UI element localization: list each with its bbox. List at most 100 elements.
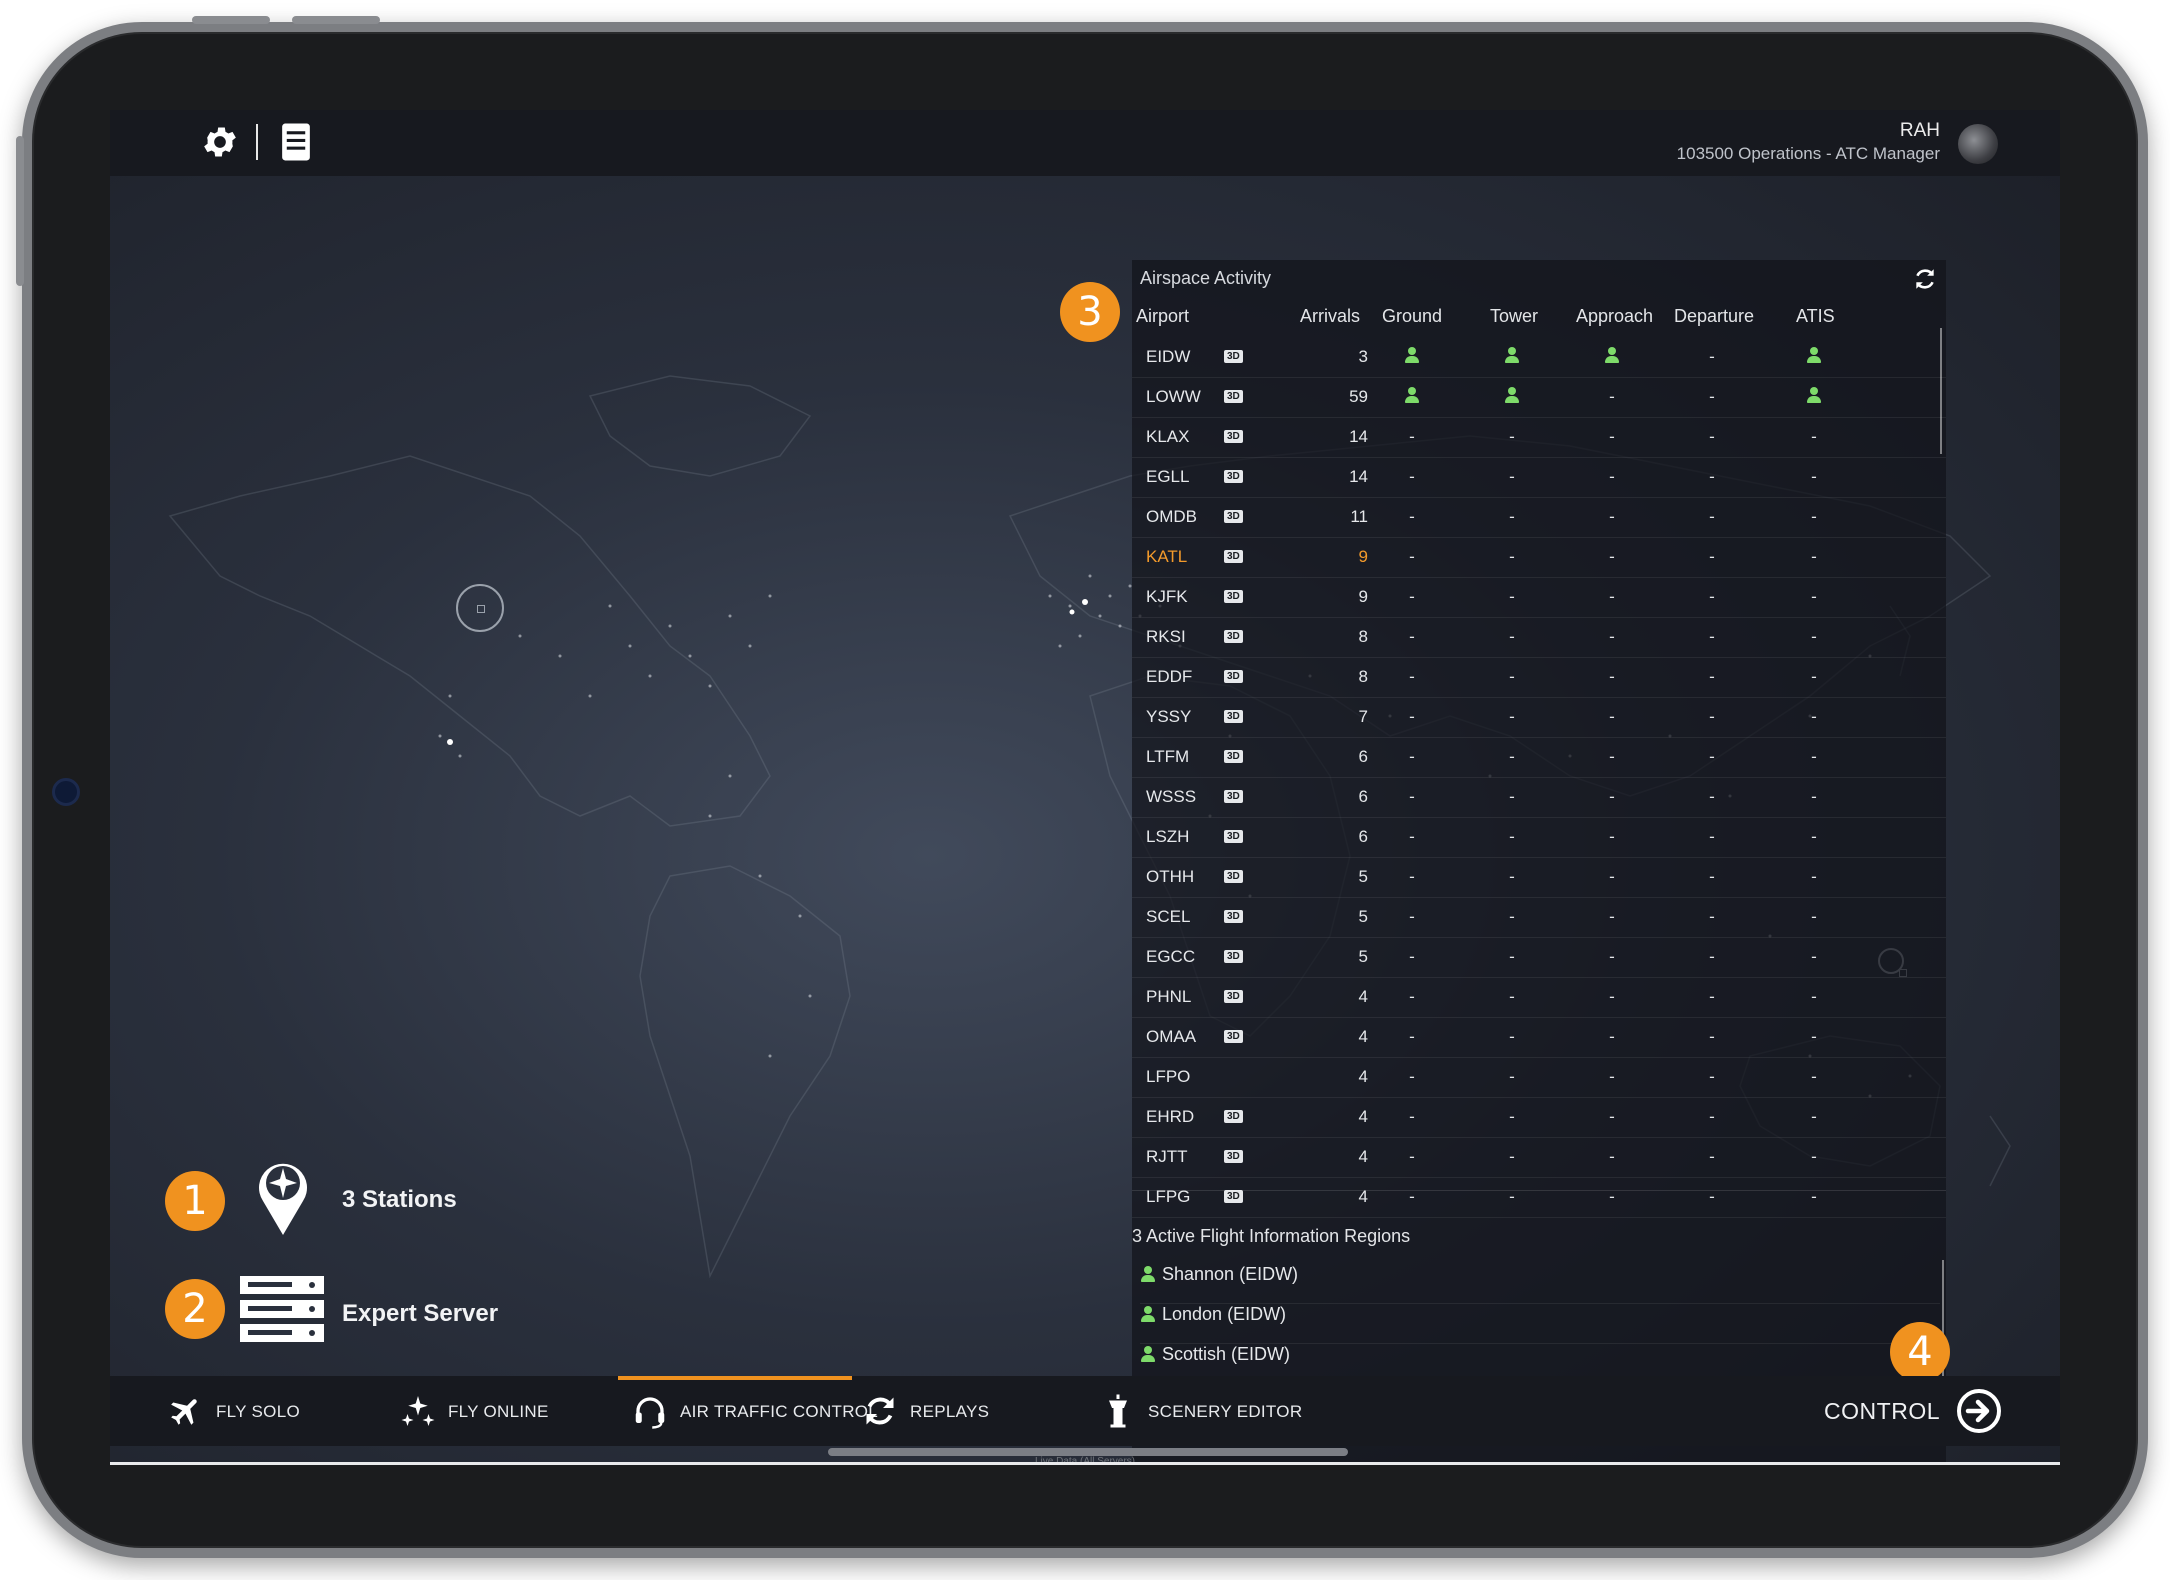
atis-status: -: [1811, 787, 1817, 806]
column-approach[interactable]: Approach: [1576, 306, 1653, 327]
refresh-icon: [866, 1397, 894, 1425]
table-row[interactable]: EHRD 3D 4 - - - - -: [1132, 1098, 1946, 1138]
tower-status: -: [1509, 787, 1515, 806]
approach-status: -: [1609, 467, 1615, 486]
ground-status: -: [1409, 987, 1415, 1006]
tower-status: -: [1509, 987, 1515, 1006]
table-row[interactable]: EIDW 3D 3 -: [1132, 338, 1946, 378]
fir-item-label: London (EIDW): [1162, 1304, 1287, 1324]
nav-fly-online[interactable]: FLY ONLINE: [400, 1376, 570, 1446]
3d-badge[interactable]: 3D: [1224, 670, 1243, 683]
3d-badge[interactable]: 3D: [1224, 950, 1243, 963]
3d-badge[interactable]: 3D: [1224, 550, 1243, 563]
approach-status: -: [1609, 1107, 1615, 1126]
nav-air-traffic-control[interactable]: AIR TRAFFIC CONTROL: [632, 1376, 878, 1446]
table-row[interactable]: RJTT 3D 4 - - - - -: [1132, 1138, 1946, 1178]
table-row[interactable]: EDDF 3D 8 - - - - -: [1132, 658, 1946, 698]
ground-status: -: [1409, 1147, 1415, 1166]
arrivals-count: 8: [1358, 667, 1368, 686]
arrivals-count: 9: [1358, 587, 1368, 606]
home-indicator[interactable]: [828, 1448, 1348, 1456]
3d-badge[interactable]: 3D: [1224, 710, 1243, 723]
table-row[interactable]: KLAX 3D 14 - - - - -: [1132, 418, 1946, 458]
fir-item[interactable]: London (EIDW): [1140, 1304, 1940, 1344]
arrow-right-circle-icon[interactable]: [1956, 1388, 2002, 1434]
table-row[interactable]: EGLL 3D 14 - - - - -: [1132, 458, 1946, 498]
atis-status: -: [1811, 1107, 1817, 1126]
3d-badge[interactable]: 3D: [1224, 990, 1243, 1003]
3d-badge[interactable]: 3D: [1224, 590, 1243, 603]
tower-status: -: [1509, 907, 1515, 926]
app-screen: RAH 103500 Operations - ATC Manager Airs…: [110, 110, 2060, 1465]
user-role: 103500 Operations - ATC Manager: [1676, 144, 1940, 163]
3d-badge[interactable]: 3D: [1224, 630, 1243, 643]
atis-status: -: [1811, 427, 1817, 446]
column-departure[interactable]: Departure: [1674, 306, 1754, 327]
nav-scenery-editor[interactable]: SCENERY EDITOR: [1100, 1376, 1302, 1446]
3d-badge[interactable]: 3D: [1224, 870, 1243, 883]
nav-label: FLY SOLO: [216, 1402, 300, 1421]
approach-status: -: [1609, 427, 1615, 446]
column-airport[interactable]: Airport: [1136, 306, 1189, 327]
map-station-marker[interactable]: [456, 584, 504, 632]
tower-status: [1502, 387, 1522, 408]
table-row[interactable]: OMAA 3D 4 - - - - -: [1132, 1018, 1946, 1058]
departure-status: -: [1709, 1107, 1715, 1126]
nav-fly-solo[interactable]: FLY SOLO: [168, 1376, 318, 1446]
controller-online-icon: [1404, 347, 1420, 363]
tower-status: -: [1509, 947, 1515, 966]
3d-badge[interactable]: 3D: [1224, 750, 1243, 763]
table-row[interactable]: SCEL 3D 5 - - - - -: [1132, 898, 1946, 938]
approach-status: -: [1609, 787, 1615, 806]
table-row[interactable]: WSSS 3D 6 - - - - -: [1132, 778, 1946, 818]
3d-badge[interactable]: 3D: [1224, 910, 1243, 923]
fir-item-label: Shannon (EIDW): [1162, 1264, 1299, 1284]
table-row[interactable]: LFPO 4 - - - - -: [1132, 1058, 1946, 1098]
column-arrivals[interactable]: Arrivals: [1300, 306, 1360, 327]
table-row[interactable]: LSZH 3D 6 - - - - -: [1132, 818, 1946, 858]
arrivals-count: 5: [1358, 907, 1368, 926]
table-row[interactable]: YSSY 3D 7 - - - - -: [1132, 698, 1946, 738]
3d-badge[interactable]: 3D: [1224, 470, 1243, 483]
3d-badge[interactable]: 3D: [1224, 1030, 1243, 1043]
avatar[interactable]: [1958, 124, 1998, 164]
3d-badge[interactable]: 3D: [1224, 350, 1243, 363]
table-row[interactable]: KATL 3D 9 - - - - -: [1132, 538, 1946, 578]
book-icon[interactable]: [278, 122, 314, 162]
refresh-icon[interactable]: [1912, 266, 1938, 292]
tower-status: -: [1509, 427, 1515, 446]
airport-code: RJTT: [1146, 1147, 1188, 1166]
control-button-label[interactable]: CONTROL: [1824, 1398, 1940, 1425]
controller-icon: [1140, 1266, 1156, 1282]
nav-replays[interactable]: REPLAYS: [862, 1376, 1002, 1446]
3d-badge[interactable]: 3D: [1224, 790, 1243, 803]
3d-badge[interactable]: 3D: [1224, 430, 1243, 443]
departure-status: -: [1709, 1027, 1715, 1046]
table-row[interactable]: LOWW 3D 59 - -: [1132, 378, 1946, 418]
fir-item[interactable]: Shannon (EIDW): [1140, 1264, 1940, 1304]
table-row[interactable]: LFPG 3D 4- - - - -: [1132, 1178, 1946, 1218]
3d-badge[interactable]: 3D: [1224, 390, 1243, 403]
column-atis[interactable]: ATIS: [1796, 306, 1835, 327]
atis-status: [1804, 387, 1824, 408]
controller-online-icon: [1404, 387, 1420, 403]
table-row[interactable]: PHNL 3D 4 - - - - -: [1132, 978, 1946, 1018]
airport-code: LOWW: [1146, 387, 1201, 406]
table-row[interactable]: OTHH 3D 5 - - - - -: [1132, 858, 1946, 898]
3d-badge[interactable]: 3D: [1224, 830, 1243, 843]
column-tower[interactable]: Tower: [1490, 306, 1538, 327]
3d-badge[interactable]: 3D: [1224, 1110, 1243, 1123]
table-row[interactable]: RKSI 3D 8 - - - - -: [1132, 618, 1946, 658]
3d-badge[interactable]: 3D: [1224, 510, 1243, 523]
3d-badge[interactable]: 3D: [1224, 1190, 1243, 1203]
user-name: RAH: [1899, 120, 1940, 141]
nav-label: FLY ONLINE: [448, 1402, 549, 1421]
table-row[interactable]: KJFK 3D 9 - - - - -: [1132, 578, 1946, 618]
gear-icon[interactable]: [200, 122, 240, 162]
column-ground[interactable]: Ground: [1382, 306, 1442, 327]
table-row[interactable]: LTFM 3D 6 - - - - -: [1132, 738, 1946, 778]
table-row[interactable]: EGCC 3D 5 - - - - -: [1132, 938, 1946, 978]
atis-status: -: [1811, 1067, 1817, 1086]
3d-badge[interactable]: 3D: [1224, 1150, 1243, 1163]
table-row[interactable]: OMDB 3D 11 - - - - -: [1132, 498, 1946, 538]
